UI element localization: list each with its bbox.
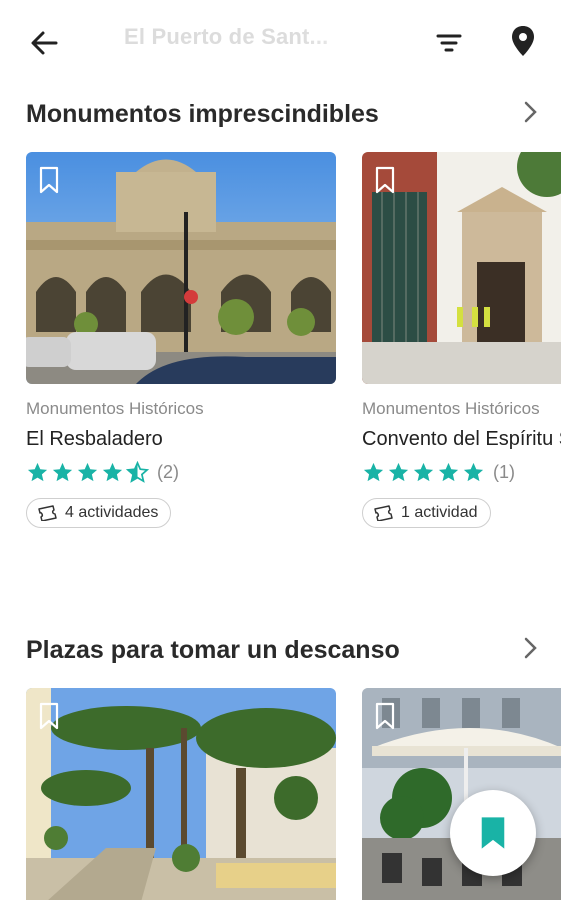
star-rating: (2) [26, 460, 179, 484]
rating-count: (2) [157, 461, 179, 482]
place-photo [26, 688, 336, 900]
place-category: Monumentos Históricos [26, 399, 204, 418]
star-full-icon [77, 462, 98, 481]
ticket-icon [38, 505, 57, 521]
bookmark-icon[interactable] [374, 166, 396, 194]
top-app-bar: El Puerto de Sant... [0, 0, 561, 84]
place-photo [26, 152, 336, 384]
star-rating: (1) [362, 460, 515, 484]
star-full-icon [438, 462, 459, 481]
place-card[interactable] [26, 688, 336, 900]
bookmark-filled-icon [481, 817, 505, 849]
bookmark-icon[interactable] [38, 702, 60, 730]
section-title-plazas: Plazas para tomar un descanso [26, 636, 400, 664]
star-full-icon [363, 462, 384, 481]
star-full-icon [463, 462, 484, 481]
chevron-right-icon[interactable] [518, 636, 542, 660]
star-full-icon [102, 462, 123, 481]
bookmark-icon[interactable] [374, 702, 396, 730]
activities-label: 1 actividad [401, 504, 478, 521]
star-full-icon [413, 462, 434, 481]
activities-label: 4 actividades [65, 504, 159, 521]
place-card[interactable]: Monumentos Históricos Convento del Espír… [362, 152, 561, 532]
star-full-icon [388, 462, 409, 481]
ticket-icon [374, 505, 393, 521]
saved-bookmarks-button[interactable] [450, 790, 536, 876]
filter-icon[interactable] [434, 28, 464, 58]
place-card[interactable] [362, 688, 561, 900]
star-half-icon [126, 460, 149, 483]
arrow-left-icon[interactable] [28, 26, 62, 60]
activities-chip[interactable]: 1 actividad [362, 498, 491, 528]
place-name: Convento del Espíritu Santo [362, 428, 561, 450]
place-card[interactable]: Monumentos Históricos El Resbaladero (2)… [26, 152, 336, 532]
map-pin-icon[interactable] [508, 24, 538, 58]
activities-chip[interactable]: 4 actividades [26, 498, 172, 528]
rating-count: (1) [493, 461, 515, 482]
chevron-right-icon[interactable] [518, 100, 542, 124]
section-title-monumentos: Monumentos imprescindibles [26, 100, 379, 128]
star-full-icon [52, 462, 73, 481]
title-fade [300, 20, 400, 60]
bookmark-icon[interactable] [38, 166, 60, 194]
place-category: Monumentos Históricos [362, 399, 540, 418]
place-name: El Resbaladero [26, 428, 163, 450]
star-full-icon [27, 462, 48, 481]
